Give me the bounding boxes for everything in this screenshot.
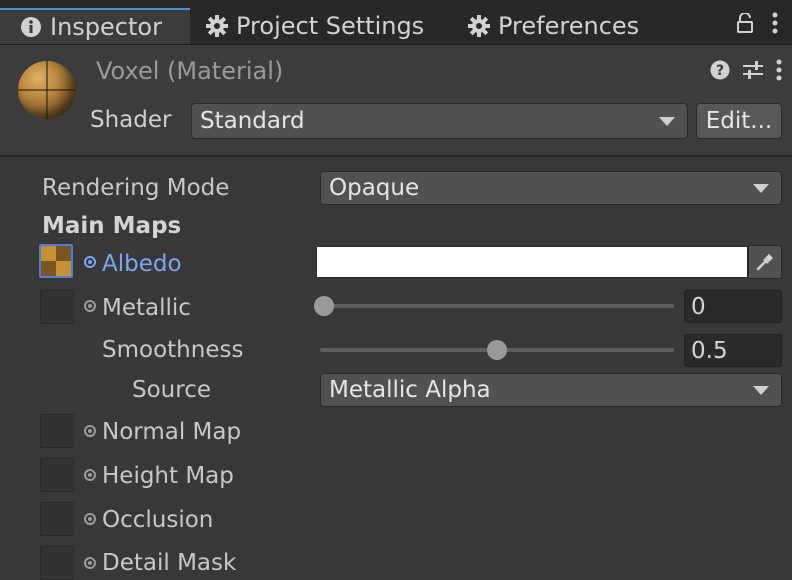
detail-mask-texture-slot[interactable] xyxy=(40,546,74,580)
smoothness-label: Smoothness xyxy=(102,337,244,363)
eyedropper-button[interactable] xyxy=(748,245,782,279)
more-options-icon[interactable] xyxy=(772,12,778,34)
lock-icon[interactable] xyxy=(736,13,754,33)
gear-icon xyxy=(468,15,490,37)
tab-bar: Inspector Project Settings Preferences xyxy=(0,0,792,45)
more-options-icon[interactable] xyxy=(776,59,782,81)
object-picker-icon[interactable] xyxy=(84,557,96,569)
metallic-label: Metallic xyxy=(102,295,191,321)
shader-label: Shader xyxy=(90,107,172,133)
smoothness-value-field[interactable]: 0.5 xyxy=(684,334,782,367)
object-picker-icon[interactable] xyxy=(84,469,96,481)
object-picker-icon[interactable] xyxy=(84,513,96,525)
rendering-mode-label: Rendering Mode xyxy=(42,175,230,201)
tab-project-settings[interactable]: Project Settings xyxy=(206,8,424,44)
albedo-texture-slot[interactable] xyxy=(39,244,73,278)
eyedropper-icon xyxy=(756,254,773,271)
chevron-down-icon xyxy=(753,386,769,395)
tab-inspector-label: Inspector xyxy=(50,13,162,41)
rendering-mode-value: Opaque xyxy=(329,175,420,201)
tab-preferences-label: Preferences xyxy=(498,12,640,40)
height-map-label: Height Map xyxy=(102,463,234,489)
metallic-slider-thumb[interactable] xyxy=(314,296,334,316)
material-preview-grid xyxy=(18,61,76,119)
header-icons: ? xyxy=(710,59,782,81)
shader-value: Standard xyxy=(200,108,305,134)
occlusion-label: Occlusion xyxy=(102,507,214,533)
info-icon xyxy=(21,17,41,37)
chevron-down-icon xyxy=(753,184,769,193)
height-map-texture-slot[interactable] xyxy=(40,458,74,492)
source-value: Metallic Alpha xyxy=(329,377,491,403)
tab-inspector[interactable]: Inspector xyxy=(0,8,190,44)
tab-preferences[interactable]: Preferences xyxy=(468,8,639,44)
object-picker-icon[interactable] xyxy=(84,256,96,268)
albedo-color-field[interactable] xyxy=(316,246,748,278)
metallic-texture-slot[interactable] xyxy=(40,290,74,324)
tab-project-settings-label: Project Settings xyxy=(236,12,425,40)
gear-icon xyxy=(206,15,228,37)
help-icon[interactable]: ? xyxy=(710,60,730,80)
detail-mask-label: Detail Mask xyxy=(102,550,237,576)
material-title: Voxel (Material) xyxy=(96,57,284,85)
main-maps-header: Main Maps xyxy=(42,213,182,239)
normal-map-label: Normal Map xyxy=(102,419,242,445)
source-label: Source xyxy=(132,377,211,403)
metallic-value-field[interactable]: 0 xyxy=(684,290,782,323)
rendering-mode-dropdown[interactable]: Opaque xyxy=(320,171,782,205)
albedo-label: Albedo xyxy=(102,251,182,277)
occlusion-texture-slot[interactable] xyxy=(40,502,74,536)
object-picker-icon[interactable] xyxy=(84,300,96,312)
tab-bar-controls xyxy=(736,12,778,34)
material-header: Voxel (Material) ? Shader Standard Edit.… xyxy=(0,45,792,157)
shader-dropdown[interactable]: Standard xyxy=(191,103,688,139)
edit-shader-button[interactable]: Edit... xyxy=(696,103,782,139)
svg-text:?: ? xyxy=(716,63,724,79)
normal-map-texture-slot[interactable] xyxy=(40,414,74,448)
source-dropdown[interactable]: Metallic Alpha xyxy=(320,373,782,407)
smoothness-slider-thumb[interactable] xyxy=(487,340,507,360)
presets-icon[interactable] xyxy=(742,60,764,80)
object-picker-icon[interactable] xyxy=(84,425,96,437)
chevron-down-icon xyxy=(659,117,675,126)
metallic-slider-track[interactable] xyxy=(320,304,674,308)
